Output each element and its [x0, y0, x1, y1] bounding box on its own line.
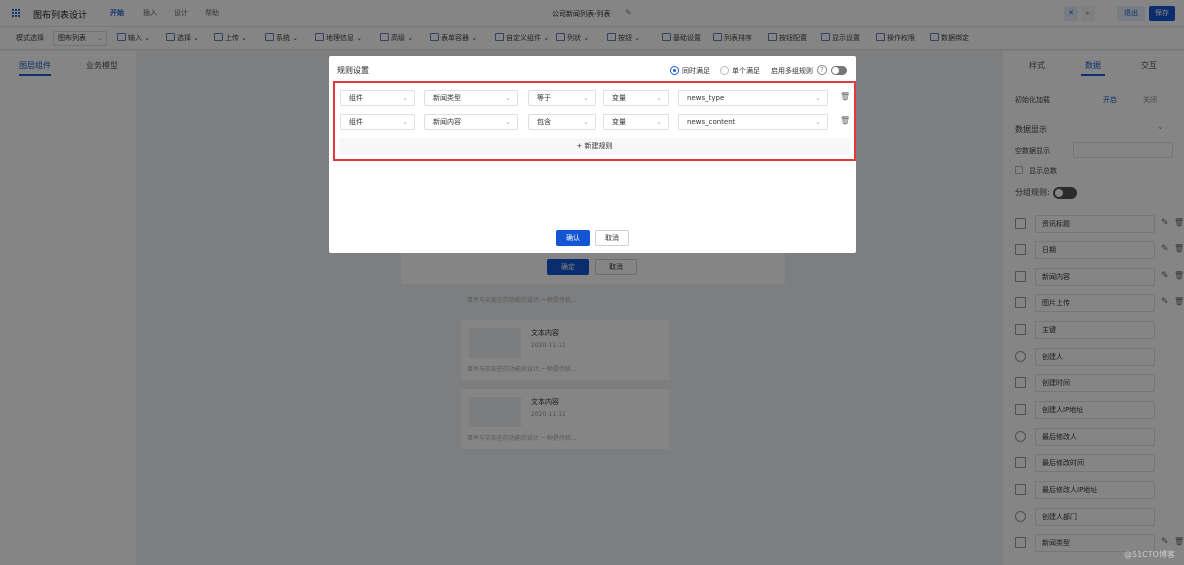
select-value: 变量: [612, 118, 626, 126]
rule-value-type-select[interactable]: 变量 ⌄: [603, 114, 669, 130]
chevron-down-icon: ⌄: [402, 94, 408, 102]
rules-container: 组件 ⌄ 新闻类型 ⌄ 等于 ⌄ 变量 ⌄ news_type ⌄ 🗑 组件 ⌄ 新闻内容 ⌄…: [333, 81, 856, 161]
add-rule-label: 新建规则: [584, 142, 613, 150]
multi-group-label: 启用多组规则: [771, 67, 813, 75]
chevron-down-icon: ⌄: [505, 94, 511, 102]
rule-field-select[interactable]: 新闻类型 ⌄: [424, 90, 518, 106]
chevron-down-icon: ⌄: [505, 118, 511, 126]
radio-all-match-label[interactable]: 同时满足: [682, 66, 710, 76]
add-rule-button[interactable]: + 新建规则: [339, 138, 850, 154]
delete-rule-icon[interactable]: 🗑: [840, 92, 850, 101]
select-value: 等于: [537, 94, 551, 102]
help-icon[interactable]: ?: [817, 65, 827, 75]
rule-value-type-select[interactable]: 变量 ⌄: [603, 90, 669, 106]
multi-group-toggle[interactable]: [831, 66, 847, 75]
chevron-down-icon: ⌄: [583, 118, 589, 126]
watermark: @51CTO博客: [1124, 550, 1175, 559]
select-value: 包含: [537, 118, 551, 126]
chevron-down-icon: ⌄: [656, 118, 662, 126]
chevron-down-icon: ⌄: [815, 94, 821, 102]
dialog-title: 规则设置: [337, 66, 369, 75]
cancel-button[interactable]: 取消: [595, 230, 629, 246]
radio-all-match[interactable]: [670, 66, 679, 75]
rule-operator-select[interactable]: 等于 ⌄: [528, 90, 596, 106]
chevron-down-icon: ⌄: [583, 94, 589, 102]
rule-settings-dialog: 规则设置 同时满足 单个满足 启用多组规则 ? 组件 ⌄ 新闻类型 ⌄ 等于 ⌄ 变量…: [329, 56, 856, 253]
rule-operator-select[interactable]: 包含 ⌄: [528, 114, 596, 130]
select-value: news_type: [687, 94, 725, 102]
delete-rule-icon[interactable]: 🗑: [840, 116, 850, 125]
rule-type-select[interactable]: 组件 ⌄: [340, 114, 415, 130]
chevron-down-icon: ⌄: [656, 94, 662, 102]
select-value: 新闻类型: [433, 94, 461, 102]
select-value: 组件: [349, 118, 363, 126]
plus-icon: +: [576, 142, 585, 150]
rule-value-select[interactable]: news_content ⌄: [678, 114, 828, 130]
select-value: news_content: [687, 118, 736, 126]
rule-field-select[interactable]: 新闻内容 ⌄: [424, 114, 518, 130]
select-value: 组件: [349, 94, 363, 102]
chevron-down-icon: ⌄: [815, 118, 821, 126]
confirm-button[interactable]: 确认: [556, 230, 590, 246]
chevron-down-icon: ⌄: [402, 118, 408, 126]
rule-type-select[interactable]: 组件 ⌄: [340, 90, 415, 106]
rule-value-select[interactable]: news_type ⌄: [678, 90, 828, 106]
select-value: 变量: [612, 94, 626, 102]
radio-single-match[interactable]: [720, 66, 729, 75]
select-value: 新闻内容: [433, 118, 461, 126]
radio-single-match-label[interactable]: 单个满足: [732, 66, 760, 76]
